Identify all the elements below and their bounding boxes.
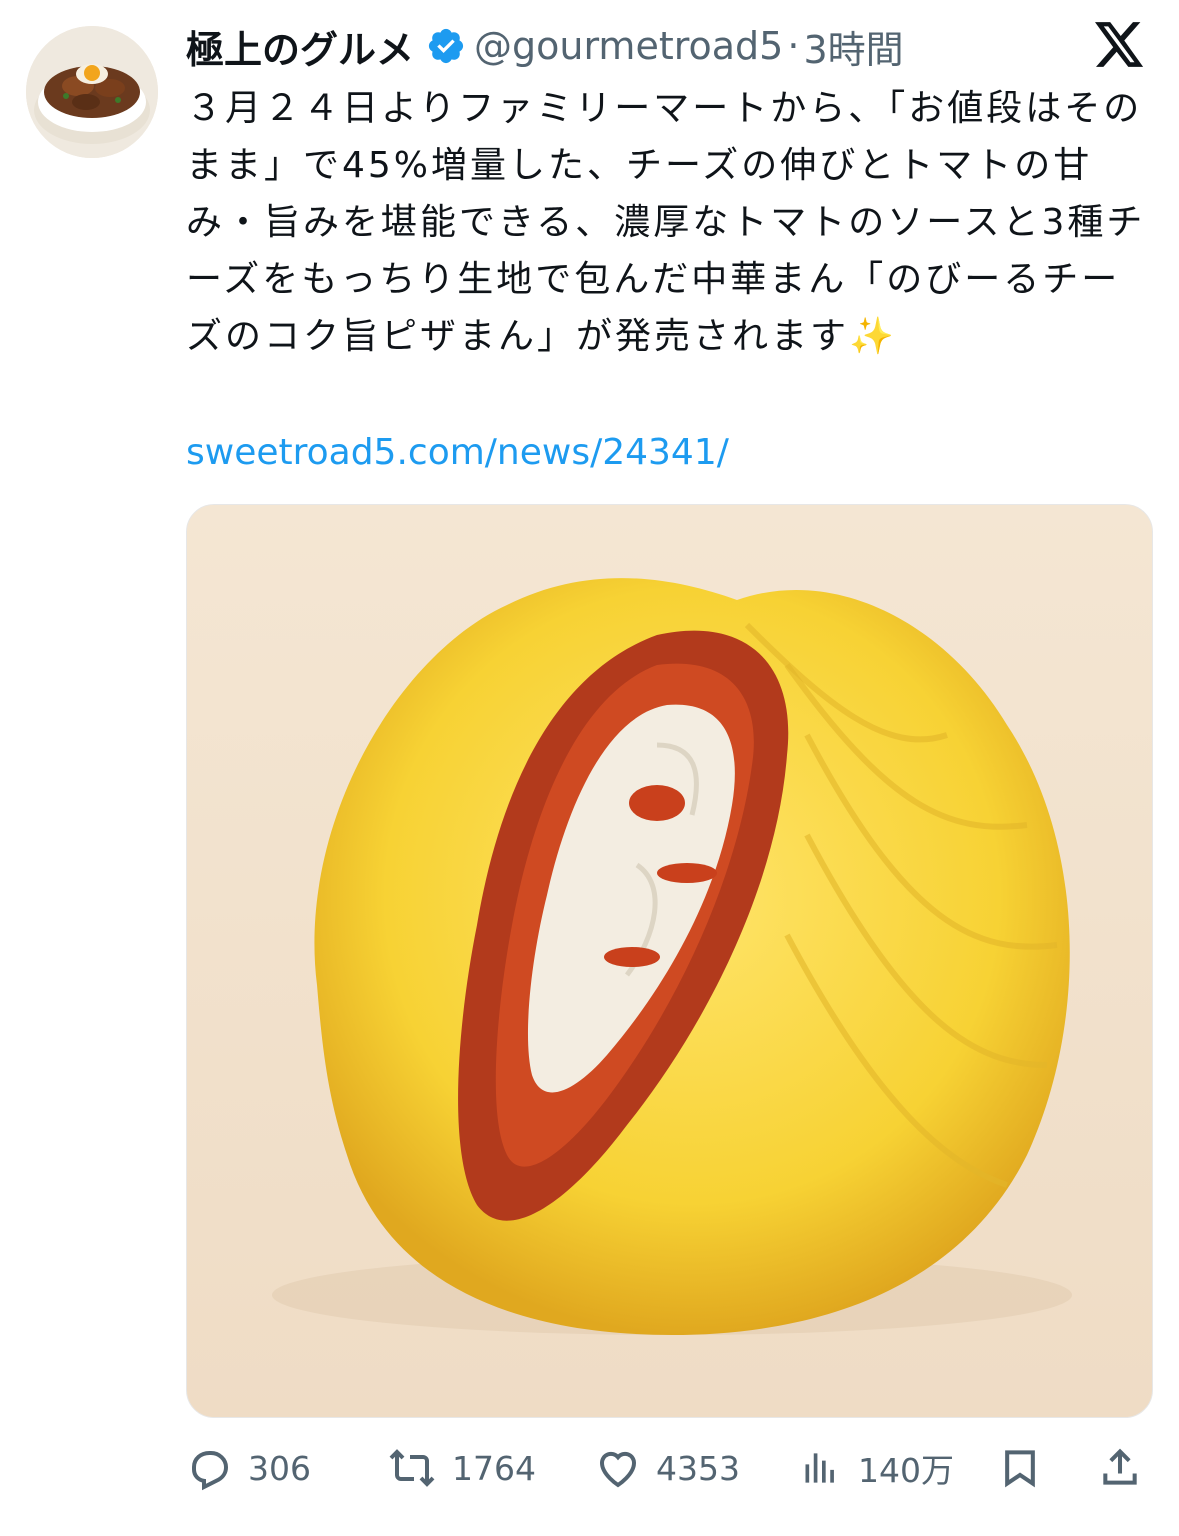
reply-count: 306	[248, 1448, 311, 1488]
separator-dot: ·	[787, 24, 800, 68]
avatar[interactable]	[26, 26, 158, 158]
reply-button[interactable]: 306	[186, 1440, 311, 1496]
views-icon	[805, 1453, 834, 1483]
bookmark-icon	[1005, 1450, 1035, 1488]
verified-badge-icon	[426, 26, 466, 66]
reply-icon	[192, 1451, 229, 1491]
sparkles-emoji: ✨	[849, 316, 897, 357]
tweet-media-image[interactable]	[186, 504, 1153, 1418]
bookmark-button[interactable]	[998, 1440, 1056, 1496]
retweet-button[interactable]: 1764	[386, 1440, 536, 1496]
share-icon	[1103, 1448, 1137, 1485]
share-button[interactable]	[1098, 1440, 1156, 1496]
like-count: 4353	[656, 1448, 740, 1488]
heart-icon	[599, 1451, 637, 1488]
tweet-header: 極上のグルメ @gourmetroad5 · 3時間	[186, 18, 1086, 74]
action-bar: 306 1764 4353 140万	[186, 1440, 1151, 1496]
views-button[interactable]: 140万	[800, 1440, 954, 1496]
display-name[interactable]: 極上のグルメ	[186, 19, 414, 74]
tweet-link[interactable]: sweetroad5.com/news/24341/	[186, 428, 729, 478]
tweet-body: ３月２４日よりファミリーマートから、「お値段はそのまま」で45%増量した、チーズ…	[186, 88, 1146, 357]
retweet-icon	[389, 1449, 435, 1487]
handle[interactable]: @gourmetroad5	[474, 24, 783, 68]
tweet-text: ３月２４日よりファミリーマートから、「お値段はそのまま」で45%増量した、チーズ…	[186, 80, 1146, 365]
pizza-bun-image	[187, 505, 1152, 1417]
views-count: 140万	[858, 1451, 954, 1490]
x-logo-icon	[1095, 22, 1145, 68]
timestamp[interactable]: 3時間	[803, 19, 903, 74]
like-button[interactable]: 4353	[594, 1440, 740, 1496]
retweet-count: 1764	[452, 1448, 536, 1488]
